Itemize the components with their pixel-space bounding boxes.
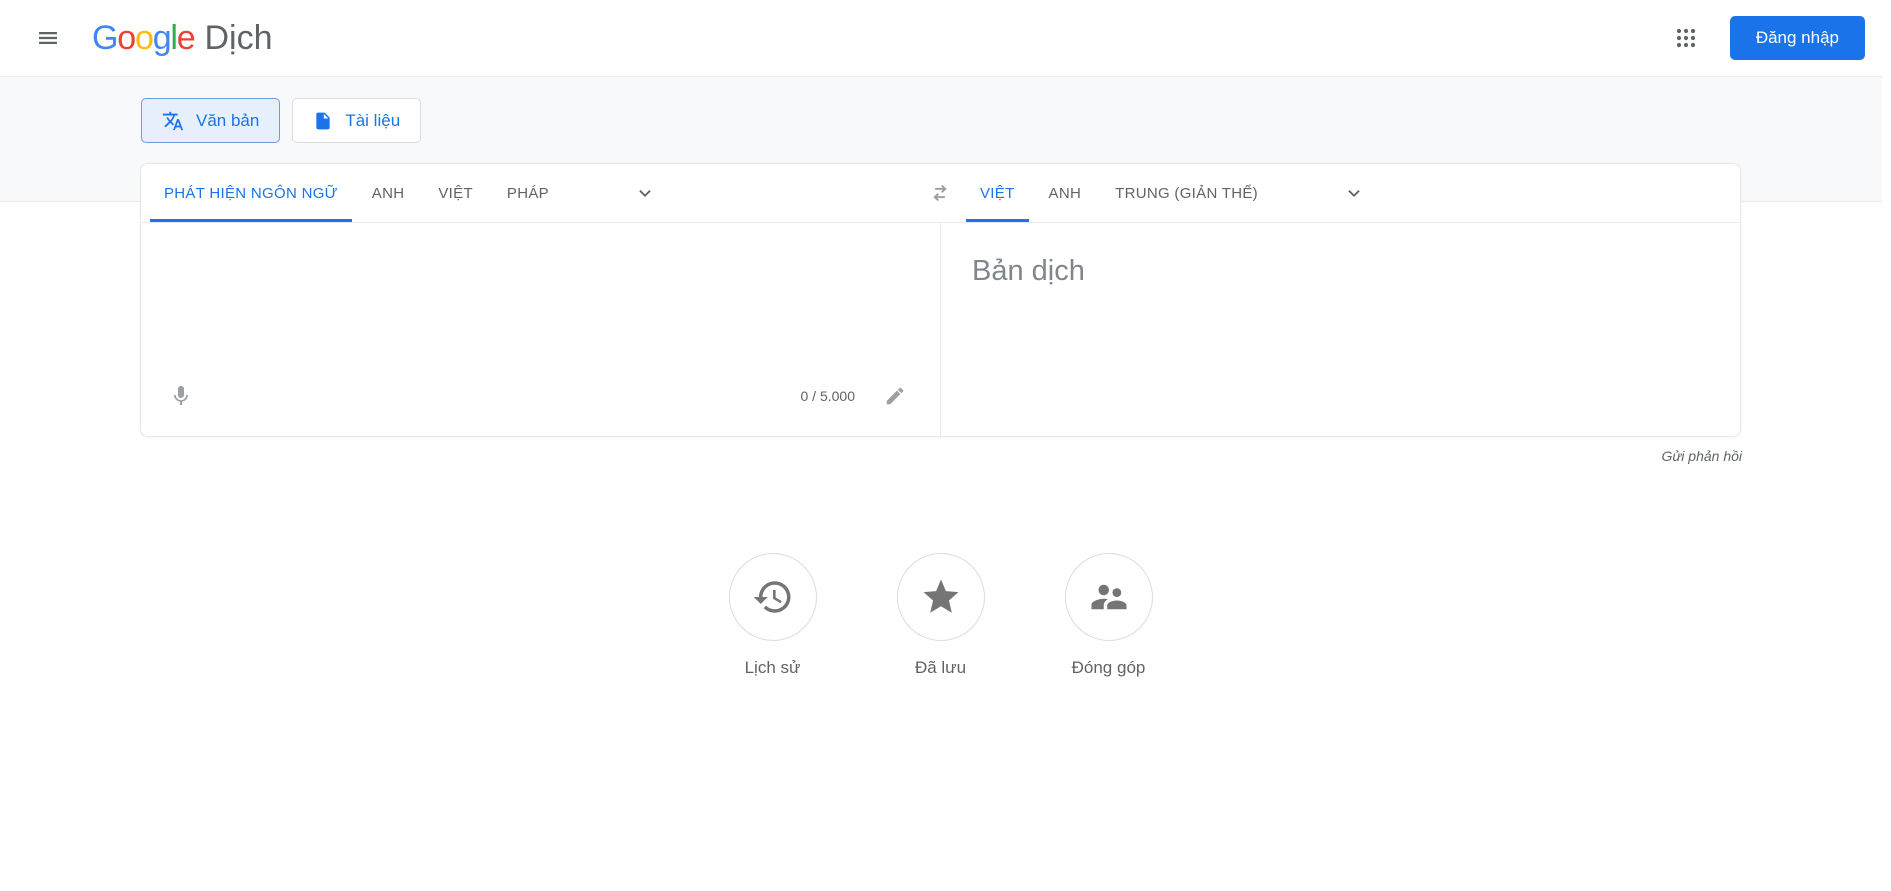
google-translate-logo[interactable]: Google Dịch: [92, 19, 273, 58]
sign-in-button[interactable]: Đăng nhập: [1729, 16, 1865, 60]
google-apps-button[interactable]: [1662, 14, 1710, 62]
apps-grid-icon: [1676, 28, 1696, 48]
pencil-icon: [884, 385, 906, 407]
main-menu-button[interactable]: [24, 14, 72, 62]
character-counter: 0 / 5.000: [800, 388, 856, 404]
source-tab-english[interactable]: ANH: [358, 164, 419, 222]
handwriting-input-button[interactable]: [883, 384, 907, 408]
source-text-input[interactable]: [169, 245, 910, 376]
input-controls: 0 / 5.000: [141, 376, 940, 416]
swap-languages-icon: [927, 180, 953, 206]
chevron-down-icon: [1343, 182, 1365, 204]
contribute-icon: [1088, 576, 1130, 618]
history-icon: [752, 576, 794, 618]
top-bar-actions: Đăng nhập: [1662, 14, 1865, 62]
target-tab-chinese-simplified[interactable]: TRUNG (GIẢN THỂ): [1101, 164, 1272, 222]
contribute-shortcut[interactable]: Đóng góp: [1064, 553, 1153, 678]
source-language-tabs: PHÁT HIỆN NGÔN NGỮ ANH VIỆT PHÁP: [141, 164, 916, 222]
voice-input-button[interactable]: [161, 376, 201, 416]
mode-tab-text-label: Văn bản: [196, 110, 260, 130]
source-text-panel: 0 / 5.000: [141, 223, 940, 436]
hamburger-menu-icon: [36, 26, 60, 50]
logo-product-name: Dịch: [204, 18, 273, 57]
saved-label: Đã lưu: [914, 658, 967, 677]
chevron-down-icon: [634, 182, 656, 204]
translation-output-panel: Bản dịch: [940, 223, 1740, 436]
target-tab-vietnamese[interactable]: VIỆT: [966, 164, 1029, 222]
mode-tabs: Văn bản Tài liệu: [141, 98, 422, 143]
counter-group: 0 / 5.000: [801, 384, 908, 408]
contribute-label: Đóng góp: [1071, 658, 1146, 677]
send-feedback-link[interactable]: Gửi phản hồi: [1662, 448, 1742, 464]
history-label: Lịch sử: [744, 658, 801, 677]
history-circle-button[interactable]: [728, 553, 817, 641]
top-bar: Google Dịch Đăng nhập: [0, 0, 1891, 76]
history-shortcut[interactable]: Lịch sử: [728, 553, 817, 678]
more-target-languages-button[interactable]: [1330, 164, 1378, 222]
translator-card: PHÁT HIỆN NGÔN NGỮ ANH VIỆT PHÁP VIỆT AN…: [140, 163, 1741, 437]
contribute-circle-button[interactable]: [1064, 553, 1153, 641]
saved-shortcut[interactable]: Đã lưu: [896, 553, 985, 678]
shortcuts-row: Lịch sử Đã lưu Đóng góp: [140, 553, 1741, 678]
google-logo-wordmark: Google: [92, 18, 196, 57]
source-tab-detect-language[interactable]: PHÁT HIỆN NGÔN NGỮ: [150, 164, 352, 222]
document-icon: [313, 111, 333, 131]
swap-languages-button[interactable]: [916, 169, 964, 217]
mode-tab-document-label: Tài liệu: [345, 110, 401, 130]
saved-circle-button[interactable]: [896, 553, 985, 641]
target-language-tabs: VIỆT ANH TRUNG (GIẢN THỂ): [964, 164, 1740, 222]
mode-tab-text[interactable]: Văn bản: [141, 98, 281, 143]
translator-body: 0 / 5.000 Bản dịch: [141, 223, 1740, 436]
source-tab-vietnamese[interactable]: VIỆT: [424, 164, 487, 222]
translation-placeholder: Bản dịch: [972, 255, 1085, 287]
microphone-icon: [169, 384, 193, 408]
star-icon: [920, 576, 962, 618]
mode-tab-document[interactable]: Tài liệu: [292, 98, 422, 143]
target-tab-english[interactable]: ANH: [1035, 164, 1096, 222]
translate-icon: [162, 110, 184, 132]
source-tab-french[interactable]: PHÁP: [493, 164, 563, 222]
more-source-languages-button[interactable]: [621, 164, 669, 222]
language-bar: PHÁT HIỆN NGÔN NGỮ ANH VIỆT PHÁP VIỆT AN…: [141, 164, 1740, 223]
